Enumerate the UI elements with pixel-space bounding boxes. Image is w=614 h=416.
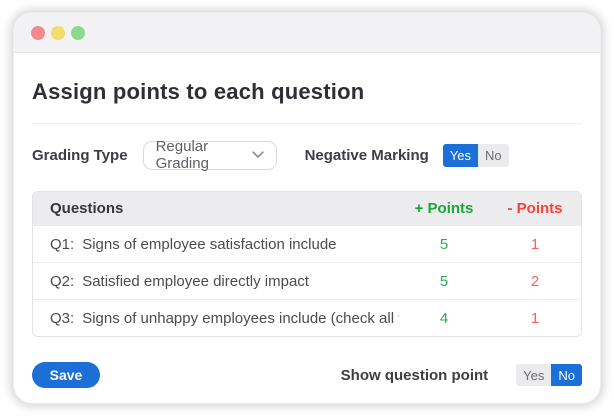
- minus-points-column-header: - Points: [489, 200, 581, 217]
- question-label: Signs of employee satisfaction include: [82, 236, 336, 253]
- negative-marking-yes-button[interactable]: Yes: [443, 144, 478, 167]
- question-label: Satisfied employee directly impact: [82, 273, 309, 290]
- maximize-window-icon[interactable]: [71, 26, 85, 40]
- minus-points-value[interactable]: 2: [489, 273, 581, 290]
- negative-marking-toggle: Yes No: [443, 144, 509, 167]
- show-question-point-yes-button[interactable]: Yes: [516, 364, 551, 386]
- question-text: Q3: Signs of unhappy employees include (c…: [33, 310, 399, 327]
- question-number: Q3:: [50, 310, 74, 327]
- plus-points-value[interactable]: 5: [399, 273, 489, 290]
- question-number: Q1:: [50, 236, 74, 253]
- grading-controls-row: Grading Type Regular Grading Negative Ma…: [32, 140, 582, 170]
- questions-column-header: Questions: [33, 200, 399, 217]
- grading-type-label: Grading Type: [32, 147, 128, 164]
- question-number: Q2:: [50, 273, 74, 290]
- question-text: Q2: Satisfied employee directly impact: [33, 273, 399, 290]
- question-text: Q1: Signs of employee satisfaction includ…: [33, 236, 399, 253]
- grading-type-selected-value: Regular Grading: [156, 138, 252, 172]
- plus-points-column-header: + Points: [399, 200, 489, 217]
- show-question-point-label: Show question point: [341, 367, 488, 384]
- plus-points-value[interactable]: 5: [399, 236, 489, 253]
- chevron-down-icon: [252, 146, 264, 164]
- questions-table: Questions + Points - Points Q1: Signs of …: [32, 191, 582, 337]
- browser-titlebar: [14, 13, 600, 53]
- title-divider: [32, 123, 582, 124]
- minimize-window-icon[interactable]: [51, 26, 65, 40]
- footer-row: Save Show question point Yes No: [32, 362, 582, 388]
- table-row: Q2:Satisfied employee directly impact 5 …: [33, 262, 581, 299]
- table-row: Q1: Signs of employee satisfaction includ…: [33, 225, 581, 262]
- question-label: Signs of unhappy employees include (chec…: [82, 310, 399, 327]
- show-question-point-no-button[interactable]: No: [551, 364, 582, 386]
- minus-points-value[interactable]: 1: [489, 236, 581, 253]
- plus-points-value[interactable]: 4: [399, 310, 489, 327]
- negative-marking-label: Negative Marking: [305, 147, 429, 164]
- save-button[interactable]: Save: [32, 362, 100, 388]
- minus-points-value[interactable]: 1: [489, 310, 581, 327]
- show-question-point-group: Show question point Yes No: [341, 364, 582, 386]
- browser-window: Assign points to each question Grading T…: [14, 13, 600, 403]
- table-row: Q3: Signs of unhappy employees include (c…: [33, 299, 581, 336]
- show-question-point-toggle: Yes No: [516, 364, 582, 386]
- negative-marking-no-button[interactable]: No: [478, 144, 509, 167]
- grading-type-select[interactable]: Regular Grading: [143, 141, 277, 170]
- close-window-icon[interactable]: [31, 26, 45, 40]
- page-title: Assign points to each question: [32, 79, 582, 105]
- questions-table-header: Questions + Points - Points: [33, 192, 581, 225]
